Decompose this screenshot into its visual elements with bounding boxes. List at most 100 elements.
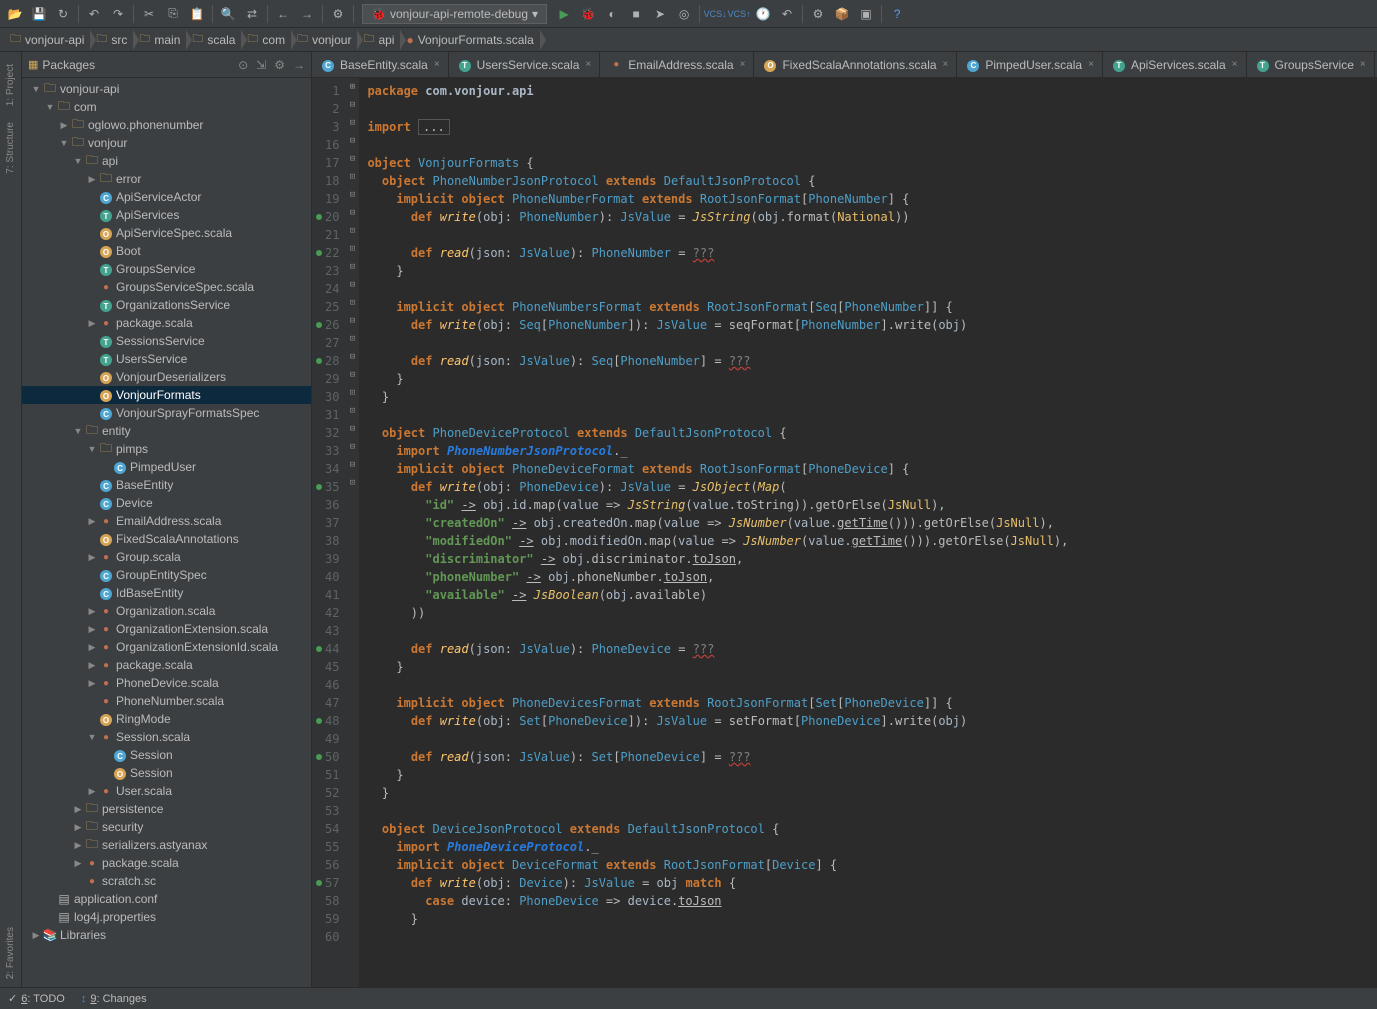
sdk-icon[interactable]: 📦 [831,3,853,25]
fold-marker[interactable]: ⊟ [345,114,359,132]
tree-node[interactable]: ▶●Organization.scala [22,602,311,620]
editor-tab[interactable]: TUsersService.scala× [449,52,601,77]
tree-node[interactable]: ▼🗀entity [22,422,311,440]
close-icon[interactable]: × [434,59,440,70]
tree-arrow[interactable]: ▶ [86,624,98,635]
tree-node[interactable]: ●PhoneNumber.scala [22,692,311,710]
tree-node[interactable]: ▶🗀persistence [22,800,311,818]
run-marker-icon[interactable] [316,754,322,760]
tree-arrow[interactable]: ▶ [72,822,84,833]
structure-icon[interactable]: ▣ [855,3,877,25]
editor-tab[interactable]: CBaseEntity.scala× [312,52,449,77]
cut-icon[interactable]: ✂ [138,3,160,25]
panel-settings-icon[interactable]: ⚙ [274,58,285,72]
tree-arrow[interactable]: ▶ [86,318,98,329]
fold-marker[interactable]: ⊡ [345,474,359,492]
fold-marker[interactable]: ⊡ [345,294,359,312]
tree-node[interactable]: ▶●OrganizationExtension.scala [22,620,311,638]
tree-arrow[interactable]: ▼ [72,156,84,166]
search-icon[interactable]: 🔍 [217,3,239,25]
crumb[interactable]: 🗀com [241,30,291,49]
attach-icon[interactable]: ➤ [649,3,671,25]
tree-arrow[interactable]: ▶ [72,804,84,815]
fold-marker[interactable]: ⊡ [345,330,359,348]
tree-node[interactable]: ▶●Group.scala [22,548,311,566]
tree-node[interactable]: ▶🗀error [22,170,311,188]
tree-node[interactable]: ▼🗀vonjour [22,134,311,152]
tree-arrow[interactable]: ▶ [72,858,84,869]
run-marker-icon[interactable] [316,214,322,220]
status-todo[interactable]: ✓ 6: TODO [8,992,65,1005]
paste-icon[interactable]: 📋 [186,3,208,25]
save-icon[interactable]: 💾 [28,3,50,25]
tree-node[interactable]: TSessionsService [22,332,311,350]
crumb[interactable]: 🗀src [90,30,133,49]
run-config-select[interactable]: 🐞 vonjour-api-remote-debug ▾ [362,4,547,24]
tree-node[interactable]: ▶●package.scala [22,314,311,332]
tree-node[interactable]: TUsersService [22,350,311,368]
tree-node[interactable]: ●scratch.sc [22,872,311,890]
tree-node[interactable]: ▶●User.scala [22,782,311,800]
help-icon[interactable]: ? [886,3,908,25]
tree-node[interactable]: CBaseEntity [22,476,311,494]
run-marker-icon[interactable] [316,250,322,256]
run-marker-icon[interactable] [316,322,322,328]
editor-tab[interactable]: OFixedScalaAnnotations.scala× [754,52,957,77]
tree-arrow[interactable]: ▼ [86,444,98,454]
fold-marker[interactable]: ⊡ [345,384,359,402]
run-marker-icon[interactable] [316,880,322,886]
collapse-icon[interactable]: ⇲ [256,58,266,72]
tree-node[interactable]: OFixedScalaAnnotations [22,530,311,548]
forward-icon[interactable]: → [296,3,318,25]
tree-arrow[interactable]: ▶ [30,930,42,941]
fold-marker[interactable]: ⊟ [345,258,359,276]
run-marker-icon[interactable] [316,358,322,364]
fold-marker[interactable]: ⊡ [345,168,359,186]
tree-arrow[interactable]: ▶ [86,642,98,653]
crumb[interactable]: 🗀vonjour-api [4,30,90,49]
fold-marker[interactable]: ⊟ [345,438,359,456]
fold-marker[interactable]: ⊟ [345,312,359,330]
tree-arrow[interactable]: ▶ [86,660,98,671]
status-changes[interactable]: ↕ 9: Changes [81,993,147,1005]
tree-node[interactable]: OSession [22,764,311,782]
tree-node[interactable]: CGroupEntitySpec [22,566,311,584]
run-marker-icon[interactable] [316,646,322,652]
tree-node[interactable]: TApiServices [22,206,311,224]
vcs-update-icon[interactable]: VCS↓ [704,3,726,25]
tree-node[interactable]: OVonjourDeserializers [22,368,311,386]
fold-marker[interactable]: ⊟ [345,348,359,366]
tree-node[interactable]: ORingMode [22,710,311,728]
close-icon[interactable]: × [1232,59,1238,70]
tree-node[interactable]: ▼🗀vonjour-api [22,80,311,98]
copy-icon[interactable]: ⎘ [162,3,184,25]
fold-marker[interactable]: ⊡ [345,402,359,420]
tree-node[interactable]: OApiServiceSpec.scala [22,224,311,242]
tree-node[interactable]: ▶●EmailAddress.scala [22,512,311,530]
tree-node[interactable]: ▤application.conf [22,890,311,908]
locate-icon[interactable]: ⊙ [238,58,248,72]
vcs-revert-icon[interactable]: ↶ [776,3,798,25]
strip-structure[interactable]: 7: Structure [5,122,16,174]
close-icon[interactable]: × [585,59,591,70]
crumb[interactable]: ●VonjourFormats.scala [400,33,539,47]
tree-node[interactable]: ▼🗀pimps [22,440,311,458]
redo-icon[interactable]: ↷ [107,3,129,25]
run-marker-icon[interactable] [316,718,322,724]
tree-node[interactable]: ▶🗀security [22,818,311,836]
fold-marker[interactable]: ⊡ [345,222,359,240]
crumb[interactable]: 🗀vonjour [291,30,357,49]
tree-node[interactable]: ▶●OrganizationExtensionId.scala [22,638,311,656]
tree-node[interactable]: CDevice [22,494,311,512]
tree-arrow[interactable]: ▼ [86,732,98,742]
tree-node[interactable]: CVonjourSprayFormatsSpec [22,404,311,422]
run-marker-icon[interactable] [316,484,322,490]
close-icon[interactable]: × [1088,59,1094,70]
tree-node[interactable]: CApiServiceActor [22,188,311,206]
tree-node[interactable]: TOrganizationsService [22,296,311,314]
fold-marker[interactable]: ⊟ [345,150,359,168]
fold-column[interactable]: ⊞⊟⊟⊟⊟⊡⊟⊟⊡⊡⊟⊟⊡⊟⊡⊟⊟⊡⊡⊟⊟⊟⊡ [345,78,359,987]
fold-marker[interactable]: ⊡ [345,240,359,258]
tree-node[interactable]: CSession [22,746,311,764]
tree-node[interactable]: ▶🗀oglowo.phonenumber [22,116,311,134]
